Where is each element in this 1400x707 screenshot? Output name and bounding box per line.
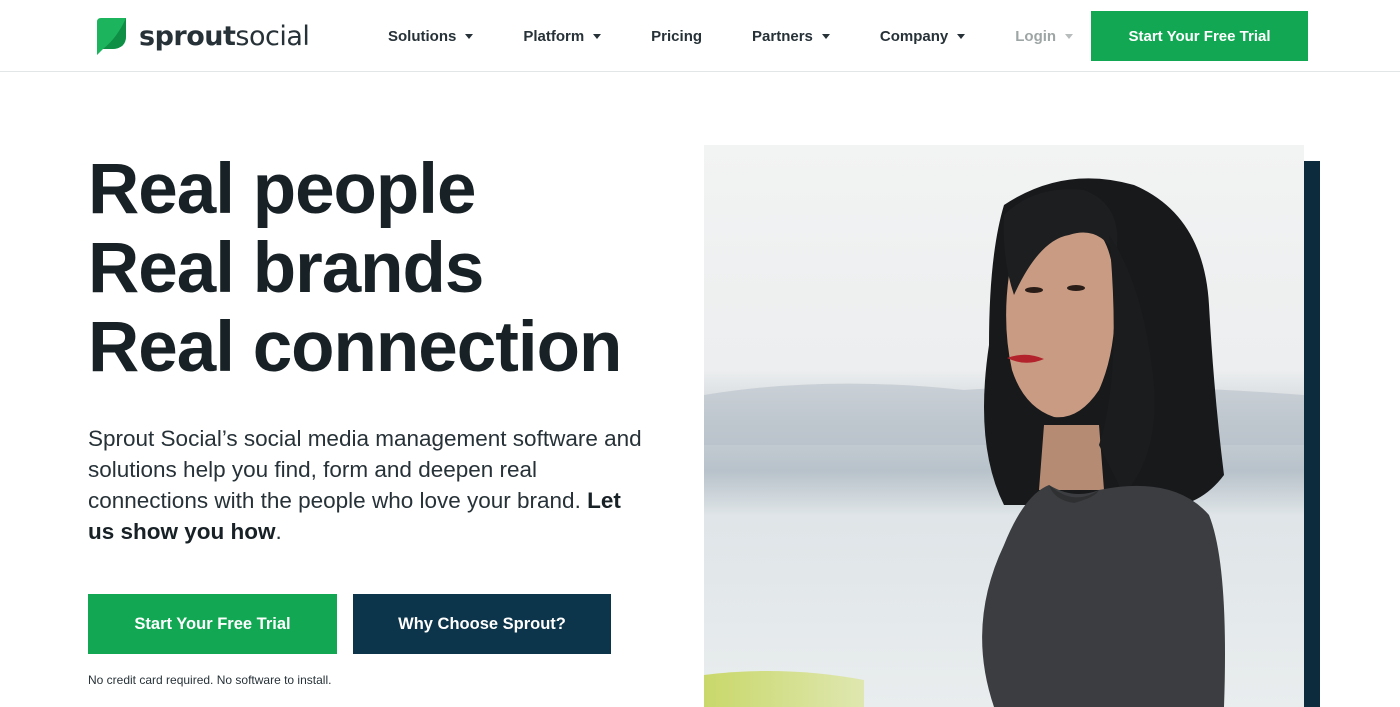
nav-company[interactable]: Company [879, 27, 966, 45]
nav-solutions[interactable]: Solutions [388, 27, 474, 45]
headline-line-3: Real connection [88, 308, 622, 387]
nav-platform[interactable]: Platform [523, 27, 602, 45]
site-header: sproutsocial Solutions Platform Pricing … [0, 0, 1400, 72]
nav-partners-label: Partners [752, 27, 813, 45]
logo-wordmark: sproutsocial [139, 20, 310, 52]
portrait-photo-icon [704, 145, 1304, 707]
chevron-down-icon [593, 34, 602, 39]
chevron-down-icon [957, 34, 966, 39]
chevron-down-icon [821, 34, 830, 39]
start-free-trial-button[interactable]: Start Your Free Trial [88, 594, 337, 654]
nav-login-label: Login [1015, 27, 1057, 45]
sprout-social-logo[interactable]: sproutsocial [95, 16, 310, 56]
nav-company-label: Company [879, 27, 949, 45]
nav-platform-label: Platform [523, 27, 585, 45]
sprout-leaf-icon [97, 18, 126, 55]
nav-partners[interactable]: Partners [752, 28, 830, 45]
chevron-down-icon [1065, 34, 1074, 39]
nav-solutions-label: Solutions [388, 27, 457, 45]
hero-portrait-photo [704, 145, 1304, 707]
header-free-trial-button[interactable]: Start Your Free Trial [1091, 11, 1308, 61]
headline-line-1: Real people [88, 150, 477, 229]
nav-pricing[interactable]: Pricing [651, 28, 702, 45]
nav-login[interactable]: Login [1015, 27, 1074, 45]
hero-subtext-end: . [275, 519, 282, 544]
chevron-down-icon [465, 34, 474, 39]
headline-line-2: Real brands [88, 229, 484, 308]
hero-subtext-body: Sprout Social’s social media management … [88, 426, 642, 513]
no-credit-card-note: No credit card required. No software to … [88, 673, 332, 687]
why-choose-sprout-button[interactable]: Why Choose Sprout? [353, 594, 611, 654]
hero-subtext: Sprout Social’s social media management … [88, 423, 648, 547]
nav-pricing-label: Pricing [651, 27, 703, 45]
hero-headline: Real people Real brands Real connection [88, 150, 622, 387]
photo-accent-bar [1304, 161, 1320, 707]
main-nav: Solutions Platform Pricing Partners Comp… [388, 0, 1074, 72]
